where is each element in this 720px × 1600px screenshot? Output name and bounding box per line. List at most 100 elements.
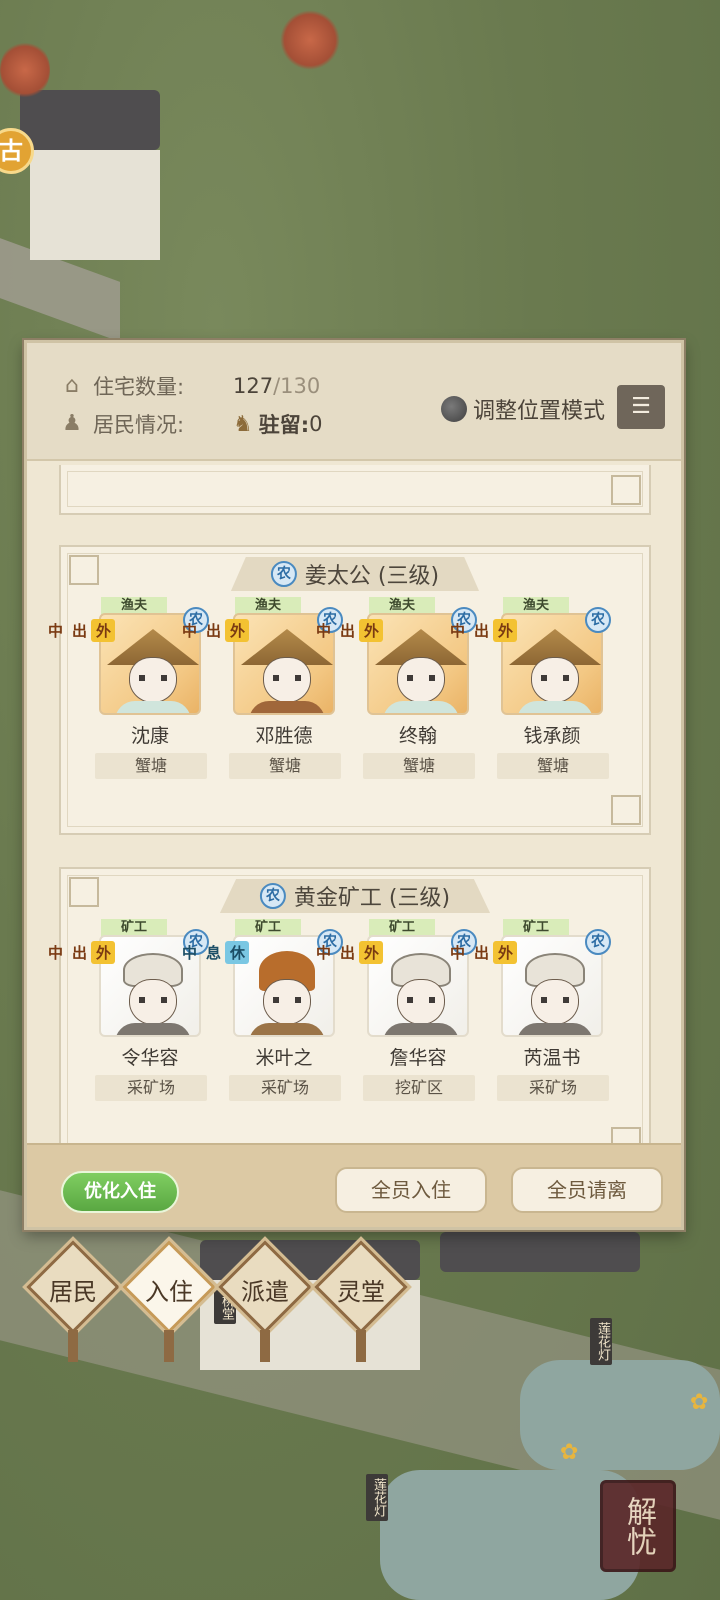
body — [517, 1023, 593, 1035]
eyes — [407, 997, 435, 1003]
map-sign: 莲花灯 — [366, 1474, 388, 1521]
status-tag: 外出中 — [314, 619, 383, 642]
resident-workplace: 蟹塘 — [497, 753, 609, 779]
farmer-badge-icon: 农 — [259, 883, 286, 909]
eyes — [273, 997, 301, 1003]
group-title: 农 黄金矿工 (三级) — [219, 879, 491, 913]
optimize-move-in-button[interactable]: 优化入住 — [61, 1171, 179, 1213]
status-tag: 外出中 — [314, 941, 383, 964]
resident-name: 邓胜德 — [255, 725, 313, 747]
residents-label: 居民情况: — [93, 413, 185, 437]
resident-workplace: 蟹塘 — [229, 753, 341, 779]
house-icon: ⌂ — [65, 373, 79, 398]
resident-name: 芮温书 — [523, 1047, 581, 1069]
resident-name: 米叶之 — [255, 1047, 313, 1069]
adjust-position-toggle[interactable]: 调整位置模式 — [440, 393, 605, 425]
status-tag: 外出中 — [448, 941, 517, 964]
status-tag: 休息中 — [180, 941, 249, 964]
frame-corner-ornament — [611, 475, 641, 505]
body — [115, 701, 191, 713]
body — [249, 701, 325, 713]
resident-workplace: 蟹塘 — [95, 753, 207, 779]
jieyou-button[interactable]: 解忧 — [600, 1480, 676, 1572]
nav-tassel — [260, 1330, 270, 1362]
map-sign: 莲花灯 — [590, 1318, 612, 1365]
status-tag: 外出中 — [180, 619, 249, 642]
housing-current: 127 — [233, 374, 274, 398]
map-tree — [280, 10, 340, 70]
stay-value: 0 — [309, 412, 323, 436]
resident-workplace: 采矿场 — [497, 1075, 609, 1101]
eyes — [273, 675, 301, 681]
nav-move-in[interactable]: 入住 — [122, 1240, 216, 1362]
filter-icon: ☰ — [631, 394, 651, 419]
nav-label: 居民 — [49, 1278, 97, 1306]
nav-memorial-hall[interactable]: 灵堂 — [314, 1240, 408, 1362]
status-tag: 外出中 — [47, 619, 115, 642]
eyes — [541, 675, 569, 681]
body — [115, 1023, 191, 1035]
nav-label: 灵堂 — [337, 1278, 385, 1306]
nav-tassel — [356, 1330, 366, 1362]
status-tag: 外出中 — [47, 941, 115, 964]
map-building-wall — [30, 150, 160, 260]
housing-panel: ⌂ 住宅数量: 127/130 ♟ 居民情况: ♞ 驻留: 0 调整位置模式 ☰… — [24, 340, 684, 1230]
resident-workplace: 蟹塘 — [363, 753, 475, 779]
nav-residents[interactable]: 居民 — [26, 1240, 120, 1362]
resident-list[interactable]: 农 姜太公 (三级) 渔夫 外出中 农 沈康 蟹塘 渔夫 外出中 农 邓胜德 蟹… — [47, 465, 661, 1145]
farmer-badge-icon: 农 — [585, 607, 611, 633]
frame-corner-ornament — [611, 795, 641, 825]
nav-label: 派遣 — [241, 1278, 289, 1306]
eyes — [407, 675, 435, 681]
resident-name: 令华容 — [121, 1047, 179, 1069]
group-title-text: 黄金矿工 (三级) — [293, 886, 451, 911]
nav-label: 入住 — [145, 1278, 193, 1306]
map-building-roof — [20, 90, 160, 150]
all-leave-button[interactable]: 全员请离 — [511, 1167, 663, 1213]
resident-workplace: 采矿场 — [229, 1075, 341, 1101]
panel-footer: 优化入住 全员入住 全员请离 — [27, 1143, 681, 1227]
eyes — [541, 997, 569, 1003]
all-move-in-button[interactable]: 全员入住 — [335, 1167, 487, 1213]
resident-workplace: 挖矿区 — [363, 1075, 475, 1101]
resident-name: 终翰 — [398, 725, 437, 747]
stats-header: ⌂ 住宅数量: 127/130 ♟ 居民情况: ♞ 驻留: 0 调整位置模式 ☰ — [27, 343, 681, 461]
nav-dispatch[interactable]: 派遣 — [218, 1240, 312, 1362]
eyes — [139, 997, 167, 1003]
lotus-icon: ✿ — [690, 1390, 709, 1415]
adjust-position-label: 调整位置模式 — [472, 399, 605, 424]
frame-corner-ornament — [69, 877, 99, 907]
residents-row: ♟ 居民情况: ♞ 驻留: 0 — [59, 409, 323, 439]
horse-icon: ♞ — [233, 411, 253, 437]
toggle-icon[interactable] — [440, 396, 467, 422]
resident-name: 沈康 — [130, 725, 169, 747]
body — [383, 701, 459, 713]
map-building-roof — [440, 1232, 640, 1272]
group-frame: 农 黄金矿工 (三级) 矿工 外出中 农 令华容 采矿场 矿工 休息中 农 米叶… — [47, 867, 651, 1145]
farmer-badge-icon: 农 — [585, 929, 611, 955]
eyes — [139, 675, 167, 681]
body — [383, 1023, 459, 1035]
group-frame: 农 姜太公 (三级) 渔夫 外出中 农 沈康 蟹塘 渔夫 外出中 农 邓胜德 蟹… — [47, 545, 651, 835]
body — [517, 701, 593, 713]
lotus-icon: ✿ — [560, 1440, 579, 1465]
resident-name: 詹华容 — [389, 1047, 447, 1069]
nav-tassel — [164, 1330, 174, 1362]
farmer-badge-icon: 农 — [270, 561, 297, 587]
housing-count-label: 住宅数量: — [93, 375, 185, 399]
group-title-text: 姜太公 (三级) — [304, 564, 440, 589]
map-tree — [0, 40, 50, 100]
previous-group-frame — [59, 465, 651, 515]
map-pond — [520, 1360, 720, 1470]
housing-max: /130 — [273, 374, 321, 398]
status-tag: 外出中 — [448, 619, 517, 642]
nav-tassel — [68, 1330, 78, 1362]
frame-corner-ornament — [69, 555, 99, 585]
resident-icon: ♟ — [62, 411, 82, 436]
resident-workplace: 采矿场 — [95, 1075, 207, 1101]
housing-count-row: ⌂ 住宅数量: 127/130 — [59, 371, 320, 401]
filter-button[interactable]: ☰ — [617, 385, 665, 429]
body — [249, 1023, 325, 1035]
group-title: 农 姜太公 (三级) — [230, 557, 480, 591]
housing-count-value: 127/130 — [233, 374, 320, 398]
